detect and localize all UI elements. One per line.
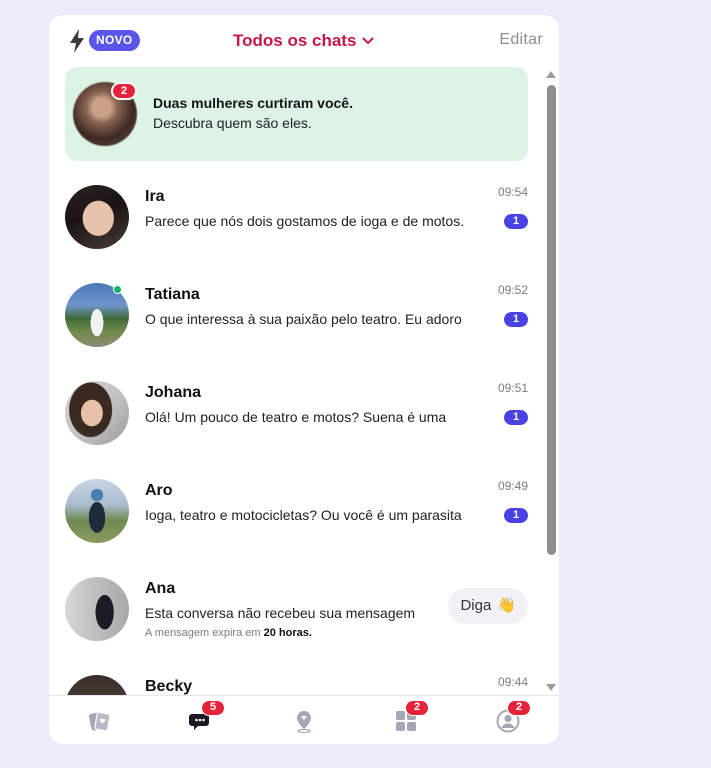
chat-row[interactable]: Aro 09:49 Ioga, teatro e motocicletas? O… xyxy=(49,464,544,562)
avatar xyxy=(65,185,129,249)
scroll-up-arrow[interactable] xyxy=(546,71,556,78)
contact-name: Tatiana xyxy=(145,286,200,303)
unread-badge: 1 xyxy=(504,410,528,425)
cards-icon[interactable] xyxy=(87,708,113,734)
message-preview: Parece que nós dois gostamos de ioga e d… xyxy=(145,213,465,229)
page-title: Todos os chats xyxy=(233,31,357,50)
discover-count-badge: 2 xyxy=(405,700,429,716)
chats-count-badge: 5 xyxy=(201,700,225,716)
chat-row[interactable]: Ana Esta conversa não recebeu sua mensag… xyxy=(49,562,544,660)
contact-name: Aro xyxy=(145,482,173,499)
message-preview: Esta conversa não recebeu sua mensagem xyxy=(145,605,416,621)
likes-banner[interactable]: 2 Duas mulheres curtiram você. Descubra … xyxy=(65,67,528,161)
map-pin-icon[interactable] xyxy=(291,708,317,734)
avatar xyxy=(65,479,129,543)
scroll-down-arrow[interactable] xyxy=(546,684,556,691)
expiry-notice: A mensagem expira em 20 horas. xyxy=(145,627,312,639)
chat-filter-dropdown[interactable]: Todos os chats xyxy=(233,30,374,52)
message-preview: Olá! Um pouco de teatro e motos? Suena é… xyxy=(145,409,447,425)
chat-row[interactable]: Johana 09:51 Olá! Um pouco de teatro e m… xyxy=(49,366,544,464)
banner-subtitle: Descubra quem são eles. xyxy=(153,115,312,131)
bottom-nav: 5 2 2 xyxy=(49,695,559,744)
say-hi-button[interactable]: Diga 👋 xyxy=(448,588,528,624)
online-indicator xyxy=(113,285,122,294)
message-time: 09:51 xyxy=(497,381,528,395)
unread-badge: 1 xyxy=(504,312,528,327)
message-time: 09:52 xyxy=(497,283,528,297)
message-time: 09:44 xyxy=(497,675,528,689)
avatar xyxy=(65,381,129,445)
edit-button[interactable]: Editar xyxy=(499,31,543,49)
contact-name: Ana xyxy=(145,580,176,597)
chevron-down-icon xyxy=(362,37,374,44)
contact-name: Johana xyxy=(145,384,202,401)
lightning-icon[interactable] xyxy=(69,29,85,53)
message-time: 09:54 xyxy=(497,185,528,199)
waving-hand-icon: 👋 xyxy=(497,597,516,614)
profile-count-badge: 2 xyxy=(507,700,531,716)
contact-name: Becky xyxy=(145,678,193,695)
likes-count-badge: 2 xyxy=(111,82,137,100)
chat-panel: NOVO Todos os chats Editar 2 Duas mulher… xyxy=(49,15,559,744)
scrollbar-thumb[interactable] xyxy=(547,85,556,555)
header: NOVO Todos os chats Editar xyxy=(49,15,559,67)
unread-badge: 1 xyxy=(504,214,528,229)
new-badge[interactable]: NOVO xyxy=(89,30,140,51)
message-preview: O que interessa à sua paixão pelo teatro… xyxy=(145,311,462,327)
unread-badge: 1 xyxy=(504,508,528,523)
chat-row[interactable]: Ira 09:54 Parece que nós dois gostamos d… xyxy=(49,170,544,268)
message-time: 09:49 xyxy=(497,479,528,493)
avatar xyxy=(65,577,129,641)
chat-row[interactable]: Tatiana 09:52 O que interessa à sua paix… xyxy=(49,268,544,366)
message-preview: Ioga, teatro e motocicletas? Ou você é u… xyxy=(145,507,462,523)
contact-name: Ira xyxy=(145,188,165,205)
banner-title: Duas mulheres curtiram você. xyxy=(153,95,353,111)
